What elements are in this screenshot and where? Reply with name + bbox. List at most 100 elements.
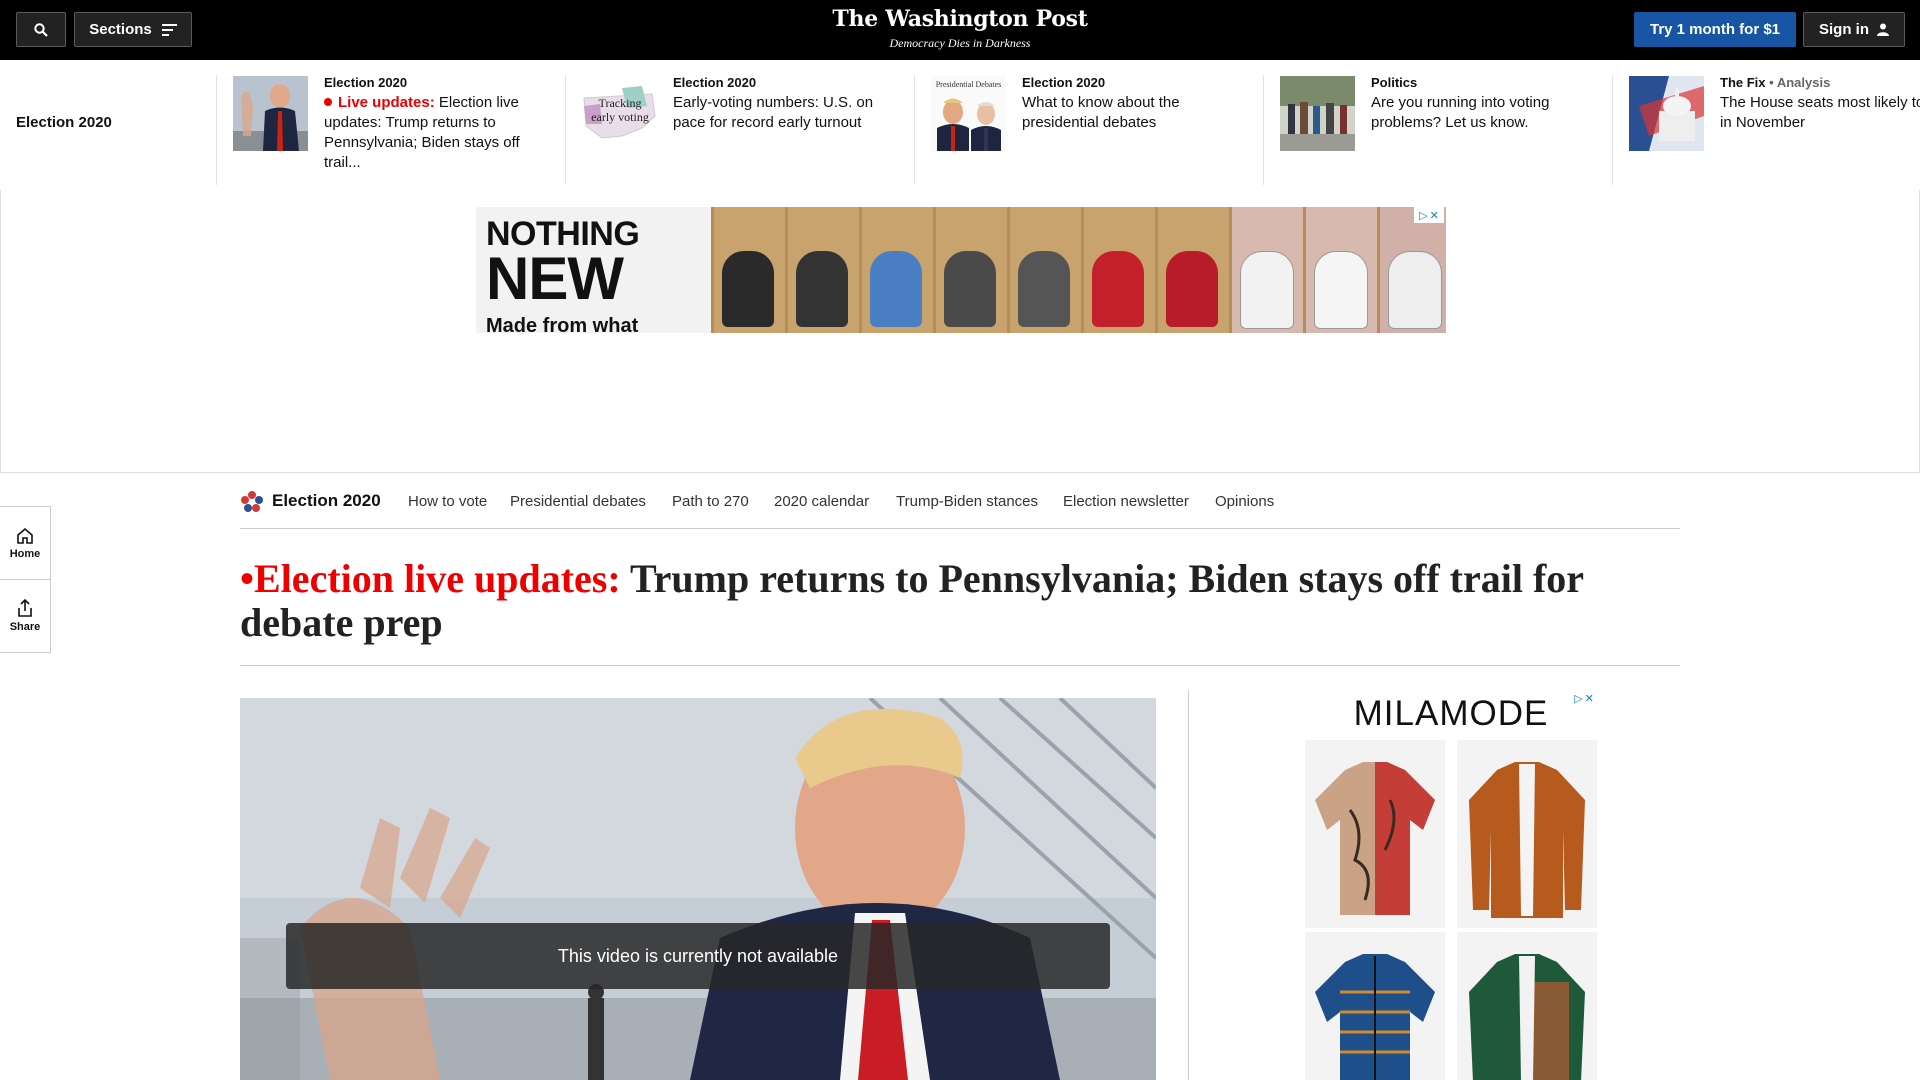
ticker-kicker[interactable]: Election 2020 bbox=[673, 75, 903, 91]
column-divider bbox=[1188, 690, 1189, 1080]
nav-link-election-newsletter[interactable]: Election newsletter bbox=[1063, 493, 1189, 510]
article-headline: •Election live updates: Trump returns to… bbox=[240, 557, 1680, 645]
ad-shoe bbox=[796, 251, 848, 327]
ad-shoe bbox=[1240, 251, 1294, 329]
ticker-headline[interactable]: Are you running into voting problems? Le… bbox=[1371, 93, 1601, 133]
ad-close-icon: ✕ bbox=[1429, 209, 1439, 222]
shirt-image bbox=[1315, 762, 1435, 915]
video-player[interactable]: This video is currently not available bbox=[240, 698, 1156, 1080]
ad-text-panel: NOTHING NEW Made from what bbox=[476, 207, 711, 333]
thumb-caption: Tracking early voting bbox=[591, 96, 649, 124]
rail-home-button[interactable]: Home bbox=[0, 507, 50, 579]
ad-info-icon: ▷ bbox=[1419, 209, 1428, 222]
sidebar-advertisement[interactable]: MILAMODE ▷ ✕ bbox=[1301, 690, 1601, 1080]
election-star-icon bbox=[241, 491, 263, 512]
masthead[interactable]: The Washington Post Democracy Dies in Da… bbox=[810, 6, 1110, 51]
ad-shoe-box bbox=[1229, 207, 1306, 333]
shirt-image bbox=[1469, 762, 1585, 918]
ad-shoe-box bbox=[859, 207, 936, 333]
search-icon bbox=[34, 22, 48, 37]
ticker-kicker[interactable]: Politics bbox=[1371, 75, 1601, 91]
side-rail: Home Share bbox=[0, 506, 51, 653]
ticker-thumbnail[interactable]: Tracking early voting bbox=[582, 76, 657, 151]
analysis-label: • Analysis bbox=[1769, 75, 1831, 90]
ad-shoe bbox=[870, 251, 922, 327]
rail-home-label: Home bbox=[9, 547, 41, 560]
thumb-caption: Presidential Debates bbox=[935, 80, 1002, 89]
advertisement-banner[interactable]: NOTHING NEW Made from what ▷ ✕ bbox=[476, 207, 1446, 333]
ticker-label[interactable]: Election 2020 bbox=[16, 114, 112, 131]
ticker-headline[interactable]: Live updates: Election live updates: Tru… bbox=[324, 93, 554, 173]
section-nav: Election 2020 How to vote Presidential d… bbox=[240, 473, 1680, 529]
ticker-thumbnail[interactable] bbox=[233, 76, 308, 151]
nav-link-how-to-vote[interactable]: How to vote bbox=[408, 493, 487, 510]
ad-product-card[interactable] bbox=[1457, 932, 1597, 1080]
ad-shoe-box bbox=[1081, 207, 1158, 333]
ad-product-card[interactable] bbox=[1457, 740, 1597, 928]
top-bar: Sections The Washington Post Democracy D… bbox=[0, 0, 1920, 60]
ad-shoe bbox=[1092, 251, 1144, 327]
home-icon bbox=[17, 527, 33, 544]
ad-shoe-box bbox=[785, 207, 862, 333]
nav-link-trump-biden-stances[interactable]: Trump-Biden stances bbox=[896, 493, 1038, 510]
site-tagline: Democracy Dies in Darkness bbox=[889, 36, 1031, 50]
ad-shoe bbox=[1166, 251, 1218, 327]
ad-shoe bbox=[1388, 251, 1442, 329]
ticker-item[interactable]: The Fix • Analysis The House seats most … bbox=[1612, 75, 1920, 185]
nav-link-presidential-debates[interactable]: Presidential debates bbox=[510, 493, 646, 510]
search-button[interactable] bbox=[16, 12, 66, 47]
ad-shoe-box bbox=[1303, 207, 1380, 333]
share-icon bbox=[18, 599, 32, 617]
ticker-thumbnail[interactable] bbox=[1280, 76, 1355, 151]
ticker-headline[interactable]: The House seats most likely to flip in N… bbox=[1720, 93, 1920, 133]
ticker-headline[interactable]: What to know about the presidential deba… bbox=[1022, 93, 1252, 133]
ad-shoe-box bbox=[1007, 207, 1084, 333]
ticker-headline[interactable]: Early-voting numbers: U.S. on pace for r… bbox=[673, 93, 903, 133]
ticker-thumbnail[interactable]: Presidential Debates bbox=[931, 76, 1006, 151]
ad-product-card[interactable] bbox=[1305, 932, 1445, 1080]
ad-headline-2: NEW bbox=[486, 245, 624, 312]
shirt-image bbox=[1469, 954, 1585, 1080]
nav-link-2020-calendar[interactable]: 2020 calendar bbox=[774, 493, 869, 510]
sections-label: Sections bbox=[89, 21, 152, 38]
ad-shoe bbox=[1018, 251, 1070, 327]
user-icon bbox=[1877, 23, 1889, 36]
ticker-item[interactable]: Election 2020 Live updates: Election liv… bbox=[216, 75, 566, 185]
nav-link-path-to-270[interactable]: Path to 270 bbox=[672, 493, 749, 510]
ad-shoe-box bbox=[1377, 207, 1446, 333]
live-dot-icon: • bbox=[240, 556, 255, 601]
section-title[interactable]: Election 2020 bbox=[272, 491, 381, 511]
ticker-kicker[interactable]: Election 2020 bbox=[1022, 75, 1252, 91]
headline-divider bbox=[240, 665, 1680, 666]
ad-shoe bbox=[722, 251, 774, 327]
rail-share-label: Share bbox=[9, 621, 41, 633]
shirt-image bbox=[1315, 954, 1435, 1080]
ticker-item[interactable]: Presidential Debates Election 2020 What … bbox=[914, 75, 1264, 185]
live-label: Live updates: bbox=[338, 94, 435, 111]
ticker-kicker[interactable]: Election 2020 bbox=[324, 75, 554, 91]
ad-shoe bbox=[944, 251, 996, 327]
ticker-kicker[interactable]: The Fix • Analysis bbox=[1720, 75, 1920, 91]
nav-link-opinions[interactable]: Opinions bbox=[1215, 493, 1274, 510]
ticker-item[interactable]: Tracking early voting Election 2020 Earl… bbox=[565, 75, 915, 185]
ticker-thumbnail[interactable] bbox=[1629, 76, 1704, 151]
ad-product-card[interactable] bbox=[1305, 740, 1445, 928]
subscribe-button[interactable]: Try 1 month for $1 bbox=[1634, 12, 1796, 47]
top-ad-zone: NOTHING NEW Made from what ▷ ✕ bbox=[0, 190, 1920, 473]
rail-share-button[interactable]: Share bbox=[0, 580, 50, 652]
ad-info-icon: ▷ bbox=[1574, 692, 1583, 705]
menu-icon bbox=[161, 23, 177, 36]
ad-choices-button[interactable]: ▷ ✕ bbox=[1414, 207, 1444, 223]
ad-brand-name: MILAMODE bbox=[1353, 694, 1549, 733]
sign-in-label: Sign in bbox=[1819, 21, 1869, 38]
sidebar-ad-choices-button[interactable]: ▷ ✕ bbox=[1569, 690, 1599, 706]
ticker-item[interactable]: Politics Are you running into voting pro… bbox=[1263, 75, 1613, 185]
sign-in-button[interactable]: Sign in bbox=[1803, 12, 1905, 47]
sections-button[interactable]: Sections bbox=[74, 12, 192, 47]
ad-shoe-box bbox=[711, 207, 788, 333]
ad-headline-3: Made from what bbox=[486, 315, 639, 333]
election-ticker: Election 2020 Election 2020 Live updates… bbox=[0, 60, 1920, 191]
site-logo[interactable]: The Washington Post bbox=[810, 6, 1110, 32]
ad-shoe-box bbox=[933, 207, 1010, 333]
headline-live-label: Election live updates: bbox=[254, 556, 621, 601]
